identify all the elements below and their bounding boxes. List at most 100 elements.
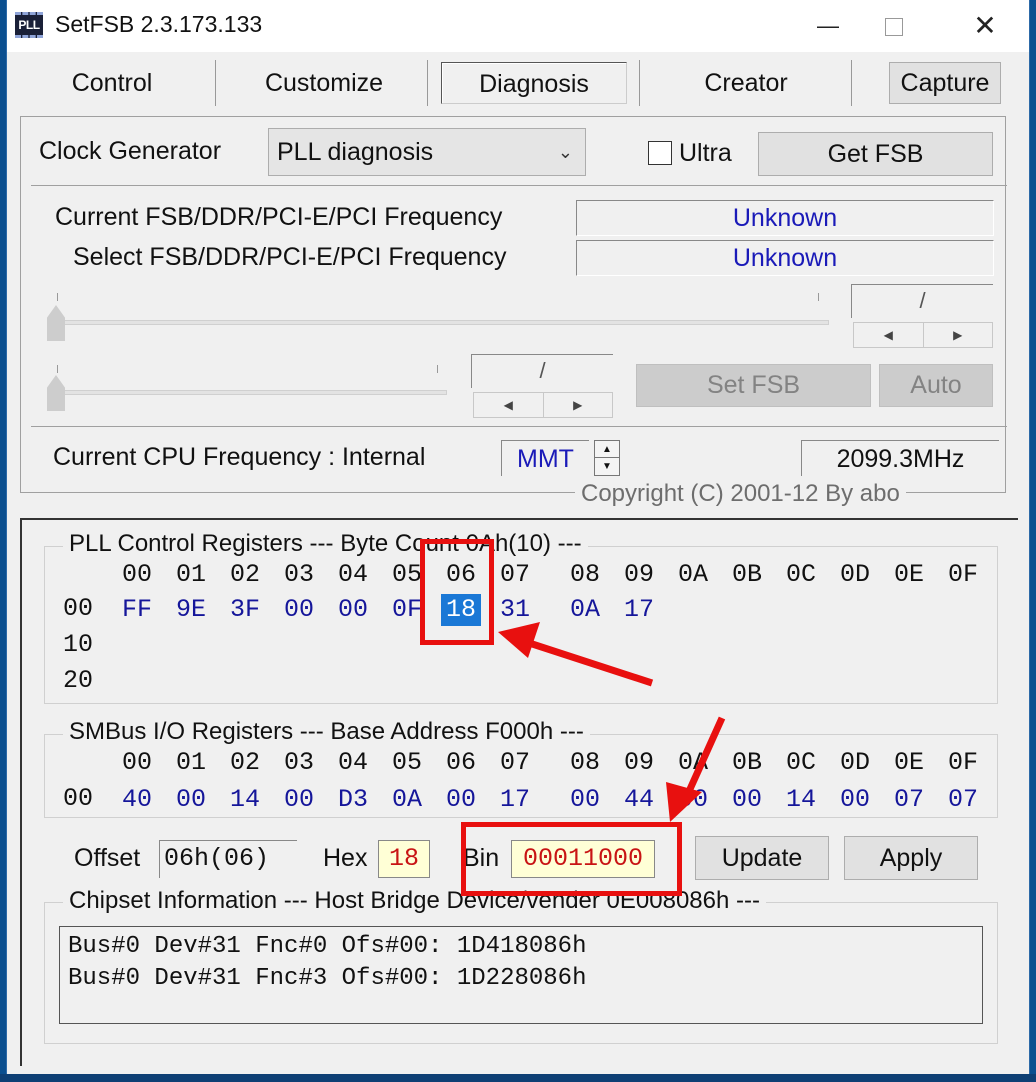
- pll-column-header: 0D: [839, 560, 870, 589]
- arrow-left-icon[interactable]: ◀: [854, 323, 924, 347]
- get-fsb-button[interactable]: Get FSB: [758, 132, 993, 176]
- smbus-register-cell[interactable]: 00: [441, 784, 481, 816]
- pll-app-icon: PLL: [15, 12, 43, 38]
- smbus-column-header: 0E: [893, 748, 924, 777]
- tab-customize[interactable]: Customize: [231, 60, 417, 106]
- pll-register-cell[interactable]: 0F: [387, 594, 427, 626]
- apply-button[interactable]: Apply: [844, 836, 978, 880]
- chevron-down-icon: ⌄: [557, 142, 573, 162]
- smbus-register-cell[interactable]: 07: [889, 784, 929, 816]
- pll-register-cell[interactable]: 9E: [171, 594, 211, 626]
- maximize-button[interactable]: [871, 8, 917, 44]
- smbus-register-cell[interactable]: 00: [171, 784, 211, 816]
- pll-register-cell[interactable]: 00: [333, 594, 373, 626]
- select-frequency-value: Unknown: [576, 240, 994, 276]
- arrow-left-icon[interactable]: ◀: [474, 393, 544, 417]
- slider-tick: [57, 293, 58, 301]
- pll-column-header: 0E: [893, 560, 924, 589]
- pll-register-cell[interactable]: 00: [279, 594, 319, 626]
- smbus-register-cell[interactable]: D3: [333, 784, 373, 816]
- pll-column-header: 01: [175, 560, 206, 589]
- smbus-register-cell[interactable]: 14: [781, 784, 821, 816]
- tab-separator: [215, 60, 216, 106]
- tab-separator: [427, 60, 428, 106]
- close-button[interactable]: ✕: [962, 8, 1008, 44]
- smbus-register-cell[interactable]: 14: [225, 784, 265, 816]
- bin-field[interactable]: 00011000: [511, 840, 655, 878]
- hex-field[interactable]: 18: [378, 840, 430, 878]
- pll-column-header: 09: [623, 560, 654, 589]
- arrow-up-icon[interactable]: ▲: [595, 441, 619, 458]
- tab-diagnosis[interactable]: Diagnosis: [441, 62, 627, 104]
- smbus-register-cell[interactable]: 00: [565, 784, 605, 816]
- pll-register-cell[interactable]: FF: [117, 594, 157, 626]
- pll-row-label: 20: [63, 666, 94, 695]
- chipset-line: Bus#0 Dev#31 Fnc#3 Ofs#00: 1D228086h: [68, 965, 587, 992]
- slider-tick: [57, 365, 58, 373]
- slider-tick: [818, 293, 819, 301]
- hex-label: Hex: [323, 844, 368, 872]
- smbus-register-cell[interactable]: 07: [943, 784, 983, 816]
- minimize-button[interactable]: —: [805, 8, 851, 44]
- arrow-down-icon[interactable]: ▼: [595, 458, 619, 475]
- smbus-column-header: 05: [391, 748, 422, 777]
- smbus-column-header: 0F: [947, 748, 978, 777]
- title-bar[interactable]: PLL SetFSB 2.3.173.133 — ✕: [7, 0, 1029, 52]
- capture-button[interactable]: Capture: [889, 62, 1001, 104]
- smbus-row-label: 00: [63, 784, 94, 813]
- clock-generator-label: Clock Generator: [39, 137, 222, 165]
- pll-register-cell[interactable]: 18: [441, 594, 481, 626]
- window-title: SetFSB 2.3.173.133: [55, 11, 263, 37]
- fsb-spin-value[interactable]: /: [851, 284, 993, 318]
- fsb-slider-track[interactable]: [61, 320, 829, 325]
- smbus-register-cell[interactable]: 0A: [387, 784, 427, 816]
- pll-register-cell[interactable]: 31: [495, 594, 535, 626]
- smbus-register-cell[interactable]: 00: [727, 784, 767, 816]
- tab-separator: [639, 60, 640, 106]
- chipset-info-text[interactable]: Bus#0 Dev#31 Fnc#0 Ofs#00: 1D418086h Bus#…: [59, 926, 983, 1024]
- smbus-column-header: 02: [229, 748, 260, 777]
- pci-slider-track[interactable]: [61, 390, 447, 395]
- offset-field[interactable]: 06h(06): [159, 840, 297, 878]
- slider-tick: [437, 365, 438, 373]
- current-frequency-label: Current FSB/DDR/PCI-E/PCI Frequency: [55, 203, 503, 231]
- pll-register-cell[interactable]: 3F: [225, 594, 265, 626]
- ultra-checkbox[interactable]: [648, 141, 672, 165]
- smbus-register-cell[interactable]: 17: [495, 784, 535, 816]
- offset-label: Offset: [74, 844, 141, 872]
- smbus-column-header: 06: [445, 748, 476, 777]
- pll-register-cell[interactable]: 0A: [565, 594, 605, 626]
- pll-column-header: 04: [337, 560, 368, 589]
- arrow-right-icon[interactable]: ▶: [924, 323, 993, 347]
- smbus-column-header: 08: [569, 748, 600, 777]
- smbus-register-cell[interactable]: 00: [835, 784, 875, 816]
- smbus-register-cell[interactable]: 00: [673, 784, 713, 816]
- tab-control[interactable]: Control: [27, 60, 197, 106]
- arrow-right-icon[interactable]: ▶: [544, 393, 613, 417]
- chipset-info-title: Chipset Information --- Host Bridge Devi…: [63, 887, 766, 915]
- smbus-register-cell[interactable]: 40: [117, 784, 157, 816]
- pll-column-header: 05: [391, 560, 422, 589]
- pci-spin-arrows[interactable]: ◀ ▶: [473, 392, 613, 418]
- cpu-mode-value: MMT: [501, 440, 589, 476]
- set-fsb-button[interactable]: Set FSB: [636, 364, 871, 407]
- smbus-column-header: 0A: [677, 748, 708, 777]
- pll-column-header: 00: [121, 560, 152, 589]
- clock-generator-select[interactable]: PLL diagnosis ⌄: [268, 128, 586, 176]
- smbus-register-cell[interactable]: 44: [619, 784, 659, 816]
- auto-button[interactable]: Auto: [879, 364, 993, 407]
- current-frequency-value: Unknown: [576, 200, 994, 236]
- pll-column-header: 0F: [947, 560, 978, 589]
- pll-column-header: 03: [283, 560, 314, 589]
- pll-column-header: 08: [569, 560, 600, 589]
- pll-register-cell[interactable]: 17: [619, 594, 659, 626]
- pci-spin-value[interactable]: /: [471, 354, 613, 388]
- smbus-register-cell[interactable]: 00: [279, 784, 319, 816]
- pll-row-label: 00: [63, 594, 94, 623]
- update-button[interactable]: Update: [695, 836, 829, 880]
- chipset-line: Bus#0 Dev#31 Fnc#0 Ofs#00: 1D418086h: [68, 933, 587, 960]
- tab-creator[interactable]: Creator: [653, 60, 839, 106]
- divider: [31, 426, 1007, 427]
- fsb-spin-arrows[interactable]: ◀ ▶: [853, 322, 993, 348]
- cpu-mode-updown[interactable]: ▲ ▼: [594, 440, 620, 476]
